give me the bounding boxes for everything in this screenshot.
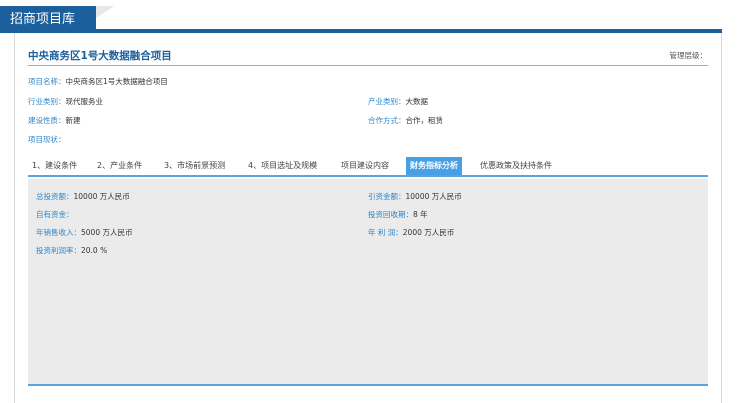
annual-profit-value: 2000 万人民币: [402, 228, 455, 237]
introduced-funds-value: 10000 万人民币: [405, 192, 462, 201]
cooperation-value: 合作，租赁: [405, 116, 444, 125]
project-status-label: 项目现状：: [28, 135, 66, 144]
tab-construction-content[interactable]: 项目建设内容: [341, 157, 389, 175]
project-name-field: 项目名称：中央商务区1号大数据融合项目: [28, 76, 168, 87]
payback-period-field: 投资回收期：8 年: [368, 209, 428, 220]
product-category-value: 大数据: [405, 97, 429, 106]
roi-field: 投资利润率：20.0 %: [36, 245, 107, 256]
annual-profit-field: 年 利 润：2000 万人民币: [368, 227, 454, 238]
tab-construction-conditions[interactable]: 1、建设条件: [32, 157, 77, 175]
tab-industry-conditions[interactable]: 2、产业条件: [97, 157, 142, 175]
annual-sales-label: 年销售收入：: [36, 228, 81, 237]
roi-label: 投资利润率：: [36, 246, 81, 255]
product-category-field: 产业类别：大数据: [368, 96, 428, 107]
tab-site-and-scale[interactable]: 4、项目选址及规模: [248, 157, 317, 175]
industry-field: 行业类别：现代服务业: [28, 96, 103, 107]
project-panel: 中央商务区1号大数据融合项目 管理层级： 项目名称：中央商务区1号大数据融合项目…: [14, 33, 722, 403]
title-divider: [28, 65, 708, 66]
tab-market-forecast[interactable]: 3、市场前景预测: [164, 157, 225, 175]
project-status-field: 项目现状：: [28, 134, 66, 145]
annual-profit-label: 年 利 润：: [368, 228, 403, 237]
annual-sales-field: 年销售收入：5000 万人民币: [36, 227, 132, 238]
industry-label: 行业类别：: [28, 97, 66, 106]
payback-period-label: 投资回收期：: [368, 210, 413, 219]
tab-slant-decoration: [96, 6, 114, 18]
tab-financial-analysis[interactable]: 财务指标分析: [406, 157, 462, 175]
industry-value: 现代服务业: [65, 97, 104, 106]
cooperation-field: 合作方式：合作，租赁: [368, 115, 443, 126]
module-tab[interactable]: 招商项目库: [0, 6, 96, 33]
management-level-label: 管理层级：: [669, 51, 708, 60]
page-title: 中央商务区1号大数据融合项目: [28, 50, 172, 62]
total-investment-value: 10000 万人民币: [73, 192, 130, 201]
product-category-label: 产业类别：: [368, 97, 406, 106]
construction-nature-field: 建设性质：新建: [28, 115, 81, 126]
total-investment-label: 总投资额：: [36, 192, 74, 201]
financial-content: 总投资额：10000 万人民币 引资金额：10000 万人民币 自有资金： 投资…: [28, 179, 708, 386]
own-funds-field: 自有资金：: [36, 209, 74, 220]
payback-period-value: 8 年: [413, 210, 428, 219]
project-name-value: 中央商务区1号大数据融合项目: [65, 77, 168, 86]
own-funds-label: 自有资金：: [36, 210, 74, 219]
construction-nature-value: 新建: [65, 116, 81, 125]
detail-tabs: 1、建设条件 2、产业条件 3、市场前景预测 4、项目选址及规模 项目建设内容 …: [28, 157, 708, 177]
introduced-funds-field: 引资金额：10000 万人民币: [368, 191, 462, 202]
tab-preferential-policies[interactable]: 优惠政策及扶持条件: [480, 157, 552, 175]
introduced-funds-label: 引资金额：: [368, 192, 406, 201]
project-name-label: 项目名称：: [28, 77, 66, 86]
total-investment-field: 总投资额：10000 万人民币: [36, 191, 130, 202]
annual-sales-value: 5000 万人民币: [81, 228, 133, 237]
construction-nature-label: 建设性质：: [28, 116, 66, 125]
top-bar: 招商项目库: [0, 0, 740, 33]
roi-value: 20.0 %: [81, 246, 108, 255]
cooperation-label: 合作方式：: [368, 116, 406, 125]
